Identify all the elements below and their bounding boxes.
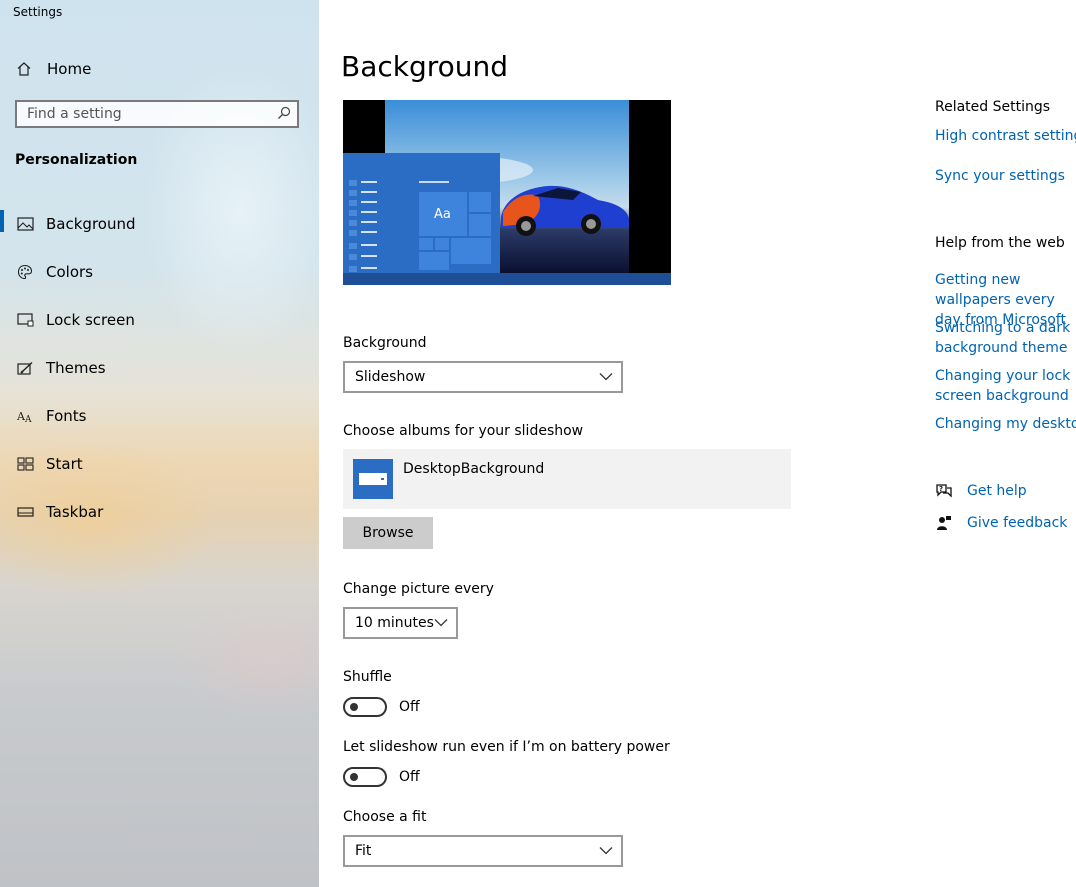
svg-text:?: ? — [939, 485, 943, 493]
sidebar-item-themes[interactable]: Themes — [0, 344, 319, 392]
image-icon — [16, 215, 34, 233]
chevron-down-icon — [434, 615, 448, 631]
taskbar-icon — [16, 503, 34, 521]
lock-screen-icon — [16, 311, 34, 329]
sidebar-item-label: Start — [46, 455, 83, 473]
search-box[interactable] — [15, 100, 299, 128]
fit-label: Choose a fit — [343, 809, 427, 825]
help-link-desktop[interactable]: Changing my desktop background — [935, 414, 1076, 434]
shuffle-state: Off — [399, 699, 420, 715]
get-help-label: Get help — [967, 483, 1027, 499]
give-feedback-label: Give feedback — [967, 515, 1068, 531]
home-nav-item[interactable]: Home — [15, 58, 91, 80]
chat-help-icon: ? — [935, 482, 953, 500]
fit-dropdown[interactable]: Fit — [343, 835, 623, 867]
sidebar-item-label: Lock screen — [46, 311, 135, 329]
fonts-icon: AA — [16, 407, 34, 425]
sidebar-backdrop-pink — [170, 600, 319, 720]
sidebar-item-label: Themes — [46, 359, 106, 377]
svg-text:A: A — [24, 415, 32, 423]
interval-dropdown-value: 10 minutes — [355, 615, 434, 631]
search-input[interactable] — [27, 106, 267, 122]
background-label: Background — [343, 335, 427, 351]
background-dropdown-value: Slideshow — [355, 369, 426, 385]
album-tile[interactable]: DesktopBackground — [343, 449, 791, 509]
interval-label: Change picture every — [343, 581, 494, 597]
sidebar-item-background[interactable]: Background — [0, 200, 319, 248]
interval-dropdown[interactable]: 10 minutes — [343, 607, 458, 639]
shuffle-toggle[interactable] — [343, 697, 387, 717]
sidebar: Settings Home Personalization Background… — [0, 0, 319, 887]
get-help-link[interactable]: ? Get help — [935, 482, 1027, 500]
background-preview: Aa — [343, 100, 671, 285]
sidebar-item-fonts[interactable]: AA Fonts — [0, 392, 319, 440]
background-dropdown[interactable]: Slideshow — [343, 361, 623, 393]
sidebar-item-label: Background — [46, 215, 136, 233]
chevron-down-icon — [599, 843, 613, 859]
start-icon — [16, 455, 34, 473]
help-web-title: Help from the web — [935, 235, 1065, 251]
sync-settings-link[interactable]: Sync your settings — [935, 166, 1065, 186]
related-settings-title: Related Settings — [935, 99, 1051, 115]
themes-icon — [16, 359, 34, 377]
home-label: Home — [47, 60, 92, 78]
album-folder-icon — [353, 459, 393, 499]
toggle-knob — [350, 703, 358, 711]
toggle-knob — [350, 773, 358, 781]
give-feedback-link[interactable]: Give feedback — [935, 514, 1067, 532]
fit-dropdown-value: Fit — [355, 843, 372, 859]
preview-image: Aa — [343, 100, 671, 285]
sidebar-nav: Background Colors Lock screen Themes AA … — [0, 200, 319, 536]
search-icon[interactable] — [277, 105, 291, 124]
battery-label: Let slideshow run even if I’m on battery… — [343, 739, 670, 755]
page-title: Background — [341, 50, 509, 83]
shuffle-label: Shuffle — [343, 669, 392, 685]
sidebar-item-colors[interactable]: Colors — [0, 248, 319, 296]
sidebar-item-lock-screen[interactable]: Lock screen — [0, 296, 319, 344]
sidebar-item-label: Fonts — [46, 407, 87, 425]
sidebar-item-taskbar[interactable]: Taskbar — [0, 488, 319, 536]
home-icon — [15, 60, 33, 78]
palette-icon — [16, 263, 34, 281]
battery-state: Off — [399, 769, 420, 785]
albums-label: Choose albums for your slideshow — [343, 423, 584, 439]
preview-sample-text: Aa — [434, 207, 451, 222]
chevron-down-icon — [599, 369, 613, 385]
battery-toggle[interactable] — [343, 767, 387, 787]
section-title: Personalization — [15, 152, 138, 168]
browse-button[interactable]: Browse — [343, 517, 433, 549]
album-name: DesktopBackground — [403, 461, 545, 477]
feedback-person-icon — [935, 514, 953, 532]
sidebar-item-start[interactable]: Start — [0, 440, 319, 488]
help-link-dark-theme[interactable]: Switching to a dark background theme — [935, 318, 1076, 358]
sidebar-item-label: Colors — [46, 263, 93, 281]
sidebar-item-label: Taskbar — [46, 503, 104, 521]
high-contrast-link[interactable]: High contrast settings — [935, 126, 1076, 146]
help-link-lock-screen[interactable]: Changing your lock screen background — [935, 366, 1076, 406]
window-title: Settings — [13, 5, 63, 19]
